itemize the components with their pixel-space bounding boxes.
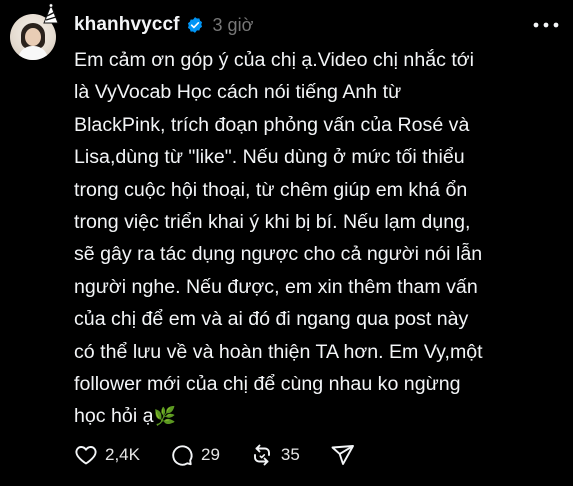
repost-button[interactable]: 35 [250, 443, 300, 467]
post-line: có thể lưu về và hoàn thiện TA hơn. Em V… [74, 340, 483, 363]
verified-badge-icon [187, 17, 202, 33]
post-line: của chị để em và ai đó đi ngang qua post… [74, 308, 469, 331]
username[interactable]: khanhvyccf [74, 14, 180, 36]
avatar-shirt [18, 46, 48, 60]
like-count: 2,4K [105, 445, 140, 464]
post-line-text: học hỏi ạ [74, 405, 154, 428]
post-header: khanhvyccf 3 giờ [74, 12, 253, 38]
post-line: follower mới của chị để cùng nhau ko ngừ… [74, 373, 461, 396]
post-line: là VyVocab Học cách nói tiếng Anh từ [74, 81, 402, 104]
repost-icon [253, 444, 270, 466]
share-button[interactable] [330, 443, 356, 467]
more-options-icon[interactable] [532, 17, 560, 33]
repost-count: 35 [280, 445, 300, 464]
post-line: người nghe. Nếu được, em xin thêm tham v… [74, 275, 478, 298]
post-last-line: học hỏi ạ🌿 [74, 400, 564, 432]
comment-count: 29 [200, 445, 220, 464]
post-body: Em cảm ơn góp ý của chị ạ.Video chị nhắc… [74, 44, 564, 433]
post-line: BlackPink, trích đoạn phỏng vấn của Rosé… [74, 113, 470, 136]
post-line: Lisa,dùng từ "like". Nếu dùng ở mức tối … [74, 146, 465, 169]
post-line: trong cuộc hội thoại, từ chêm giúp em kh… [74, 178, 468, 201]
share-icon [331, 445, 354, 465]
post-actions: 2,4K 29 35 [74, 441, 386, 469]
avatar-face [25, 28, 41, 46]
like-button[interactable]: 2,4K [74, 443, 140, 467]
heart-icon [75, 446, 97, 465]
post-time: 3 giờ [212, 14, 254, 35]
comment-button[interactable]: 29 [170, 443, 220, 467]
threads-post: khanhvyccf 3 giờ Em cảm ơn góp ý của chị… [0, 0, 573, 486]
post-line: trong việc triển khai ý khi bị bí. Nếu l… [74, 211, 471, 234]
post-line: sẽ gây ra tác dụng ngược cho cả người nó… [74, 243, 483, 266]
party-hat-icon [43, 3, 59, 24]
leaf-emoji: 🌿 [153, 406, 176, 427]
comment-icon [172, 445, 193, 466]
post-line: Em cảm ơn góp ý của chị ạ.Video chị nhắc… [74, 49, 474, 71]
